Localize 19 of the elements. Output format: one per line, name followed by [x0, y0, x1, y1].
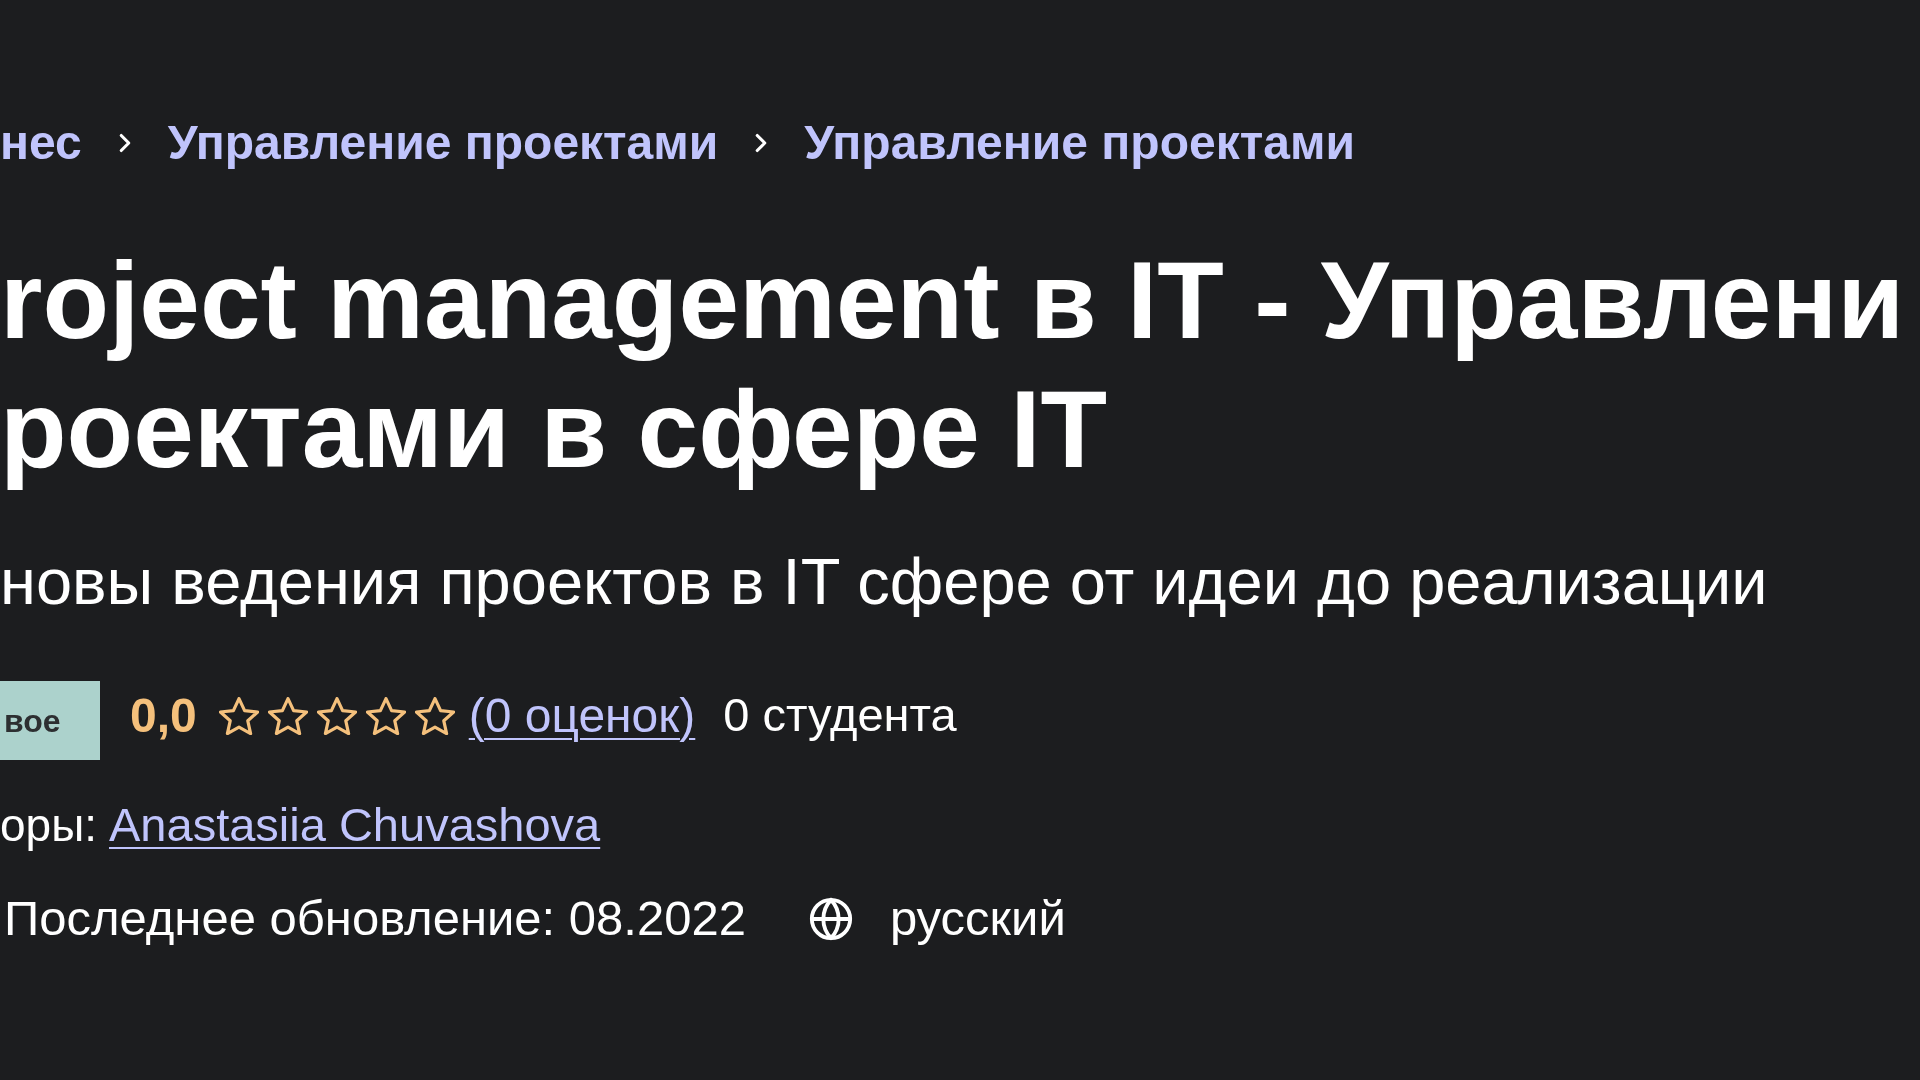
author-link[interactable]: Anastasiia Chuvashova [109, 789, 601, 861]
empty-star-icon [267, 696, 308, 735]
breadcrumb-link[interactable]: нес [0, 107, 82, 179]
students-count: 0 студента [723, 687, 957, 744]
rating-score: 0,0 [130, 687, 197, 744]
empty-star-icon [365, 696, 406, 735]
authors-label: оры: [0, 797, 97, 853]
language-text: русский [889, 890, 1066, 948]
course-subtitle: новы ведения проектов в IT сфере от идеи до реализации [0, 549, 1768, 615]
empty-star-icon [414, 696, 455, 735]
new-badge: вое [0, 681, 100, 760]
last-updated-text: Последнее обновление: 08.2022 [4, 890, 746, 948]
breadcrumb-link[interactable]: Управление проектами [167, 107, 719, 179]
empty-star-icon [218, 696, 259, 735]
empty-star-icon [316, 696, 357, 735]
breadcrumb-link[interactable]: Управление проектами [804, 107, 1355, 179]
course-title: roject management в IT - Управлени роектами в сфере IT [0, 238, 1905, 492]
reviews-link[interactable]: (0 оценок) [468, 679, 696, 752]
globe-icon [807, 896, 854, 942]
